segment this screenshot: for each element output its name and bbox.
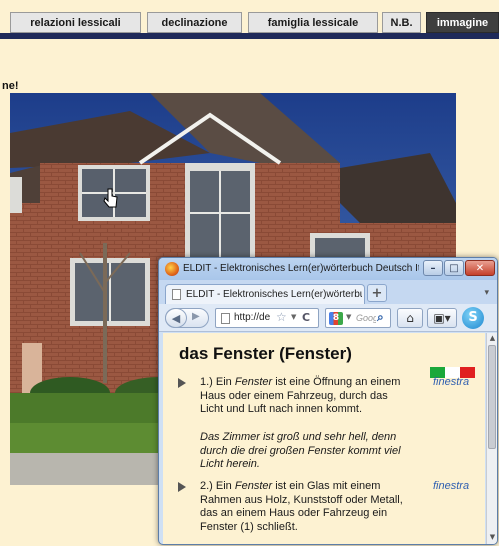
sense-1-definition: 1.) Ein Fenster ist eine Öffnung an eine… [200,376,410,417]
search-engine-dropdown-icon[interactable]: ▼ [346,313,351,321]
scroll-down-arrow-icon[interactable]: ▼ [488,533,497,543]
scroll-up-arrow-icon[interactable]: ▲ [488,334,497,344]
search-input[interactable]: Goog [356,313,376,323]
home-button[interactable]: ⌂ [397,308,423,328]
navigation-toolbar: ◀ ▶ http://de ☆ ▼ C 8 ▼ Goog ⌕ ⌂ ▣▾ S [159,304,497,332]
browser-tab[interactable]: ELDIT - Elektronisches Lern(er)wörterbuc… [165,284,365,304]
new-tab-button[interactable]: + [367,284,387,302]
nav-divider [0,33,499,39]
tab-declinazione[interactable]: declinazione [147,12,242,33]
tab-nb[interactable]: N.B. [382,12,421,33]
bookmarks-menu-button[interactable]: ▣▾ [427,308,457,328]
tab-famiglia-lessicale[interactable]: famiglia lessicale [248,12,378,33]
minimize-button[interactable]: – [423,260,443,276]
expand-sense-2-icon[interactable] [178,482,186,492]
forward-button[interactable]: ▶ [192,311,200,322]
vertical-scrollbar[interactable]: ▲ ▼ [486,333,497,544]
page-icon [172,289,181,300]
address-bar[interactable]: http://de ☆ ▼ C [215,308,319,328]
browser-window: ELDIT - Elektronisches Lern(er)wörterbuc… [158,257,498,545]
url-dropdown-icon[interactable]: ▼ [291,313,296,321]
sense-1-translation-link[interactable]: finestra [433,376,469,388]
entry-title: das Fenster (Fenster) [179,344,352,363]
tab-relazioni-lessicali[interactable]: relazioni lessicali [10,12,141,33]
bookmark-star-icon[interactable]: ☆ [276,310,287,324]
sense-1-example: Das Zimmer ist groß und sehr hell, denn … [200,431,401,470]
tab-immagine[interactable]: immagine [426,12,499,33]
dictionary-entry: das Fenster (Fenster) 1.) Ein Fenster is… [163,333,485,544]
back-forward-group: ◀ ▶ [165,308,209,328]
window-titlebar[interactable]: ELDIT - Elektronisches Lern(er)wörterbuc… [159,258,497,280]
url-text: http://de [234,312,271,323]
page-heading-fragment: ne! [2,80,19,92]
window-title: ELDIT - Elektronisches Lern(er)wörterbuc… [183,263,419,274]
tab-list-icon[interactable]: ▾ [484,288,489,298]
browser-tabstrip: ELDIT - Elektronisches Lern(er)wörterbuc… [159,280,497,304]
sense-1-number: 1.) [200,376,213,388]
site-identity-icon [221,313,230,324]
reload-icon[interactable]: C [302,311,310,324]
expand-sense-1-icon[interactable] [178,378,186,388]
search-bar[interactable]: 8 ▼ Goog ⌕ [325,308,391,328]
sense-2-before: Ein [215,480,232,492]
skype-icon[interactable]: S [462,307,484,329]
tab-bar: relazioni lessicali declinazione famigli… [0,0,499,39]
close-button[interactable]: ✕ [465,260,495,276]
firefox-icon [165,262,179,276]
sense-2-translation-link[interactable]: finestra [433,480,469,492]
sense-2-number: 2.) [200,480,213,492]
sense-2-term: Fenster [234,480,273,492]
browser-tab-title: ELDIT - Elektronisches Lern(er)wörterbuc… [186,289,362,300]
sense-1-term: Fenster [234,376,273,388]
search-engine-icon[interactable]: 8 [329,312,343,325]
back-button[interactable]: ◀ [165,308,187,328]
scrollbar-thumb[interactable] [488,345,496,449]
search-icon[interactable]: ⌕ [377,310,384,325]
sense-1-before: Ein [215,376,232,388]
sense-2-definition: 2.) Ein Fenster ist ein Glas mit einem R… [200,480,410,534]
maximize-button[interactable]: □ [444,260,464,276]
